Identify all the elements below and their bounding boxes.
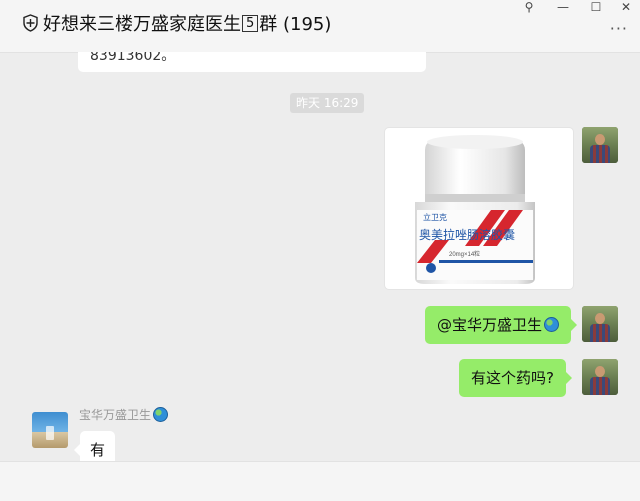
question-text: 有这个药吗? [471,369,554,387]
drug-image-message[interactable]: 立卫克 奥美拉唑肠溶胶囊 20mg×14粒 [384,127,574,290]
minimize-button[interactable]: — [553,0,573,14]
globe-icon [544,317,560,332]
drug-spec-label: 20mg×14粒 [449,250,480,258]
drug-bottle-image: 立卫克 奥美拉唑肠溶胶囊 20mg×14粒 [415,135,535,284]
maximize-button[interactable]: ☐ [586,0,606,14]
number-badge: 5 [242,14,259,32]
brand-label: 立卫克 [423,212,447,222]
chat-title[interactable]: 好想来三楼万盛家庭医生 5 群 (195) [22,10,331,36]
pin-icon[interactable]: ⚲ [519,0,539,14]
more-options-icon[interactable]: ··· [610,21,628,37]
reply-message[interactable]: 有 [73,431,116,461]
sender-name: 宝华万盛卫生 [79,406,169,423]
mention-text: @宝华万盛卫生 [437,316,543,334]
drug-name-label: 奥美拉唑肠溶胶囊 [419,227,515,242]
avatar[interactable] [32,412,68,448]
shield-icon [23,14,38,32]
question-message[interactable]: 有这个药吗? [459,359,572,397]
sender-name-text: 宝华万盛卫生 [79,408,152,422]
previous-message-text: 83913602。 [90,52,176,64]
previous-message-bubble: 83913602。 [78,52,426,72]
message-input-area[interactable] [0,461,640,501]
close-button[interactable]: ✕ [616,0,636,14]
avatar[interactable] [582,127,618,163]
member-count: 群 (195) [259,14,332,35]
mention-message[interactable]: @宝华万盛卫生 [425,306,578,344]
avatar[interactable] [582,359,618,395]
avatar[interactable] [582,306,618,342]
globe-icon [153,407,169,422]
chat-header: 好想来三楼万盛家庭医生 5 群 (195) ⚲ — ☐ ✕ ··· [0,0,640,53]
timestamp: 昨天 16:29 [290,93,365,113]
reply-text: 有 [90,441,106,459]
chat-title-text: 好想来三楼万盛家庭医生 [43,14,241,35]
